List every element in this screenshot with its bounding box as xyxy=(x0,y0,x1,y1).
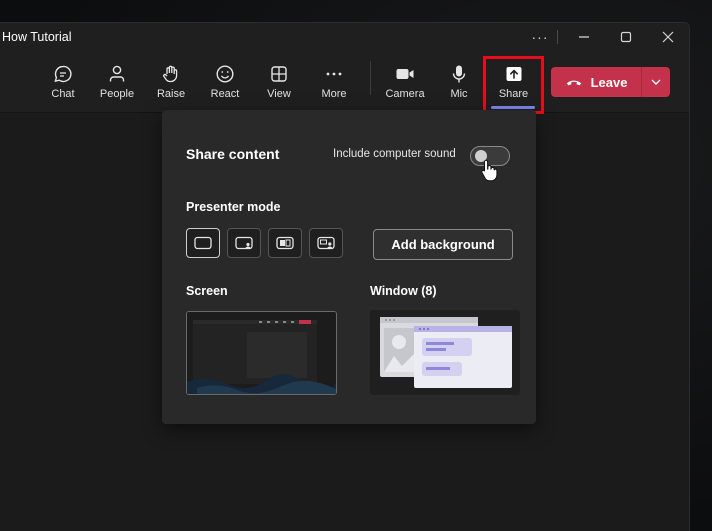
presenter-mode-reporter[interactable] xyxy=(309,228,343,258)
presenter-mode-standout[interactable] xyxy=(227,228,261,258)
camera-button[interactable]: Camera xyxy=(383,51,427,113)
more-icon xyxy=(326,72,342,76)
raise-label: Raise xyxy=(156,88,186,100)
more-options-button[interactable]: ··· xyxy=(522,23,558,51)
maximize-icon xyxy=(620,31,632,43)
window-share-thumbnail[interactable] xyxy=(370,310,520,395)
toolbar-separator xyxy=(370,61,371,95)
react-icon xyxy=(216,65,234,83)
chat-button[interactable]: Chat xyxy=(42,51,84,113)
share-content-panel: Share content Include computer sound Pre… xyxy=(162,110,536,424)
people-label: People xyxy=(99,88,135,100)
share-active-indicator xyxy=(491,106,535,109)
reporter-icon xyxy=(317,236,335,250)
close-window-button[interactable] xyxy=(650,23,686,51)
camera-label: Camera xyxy=(385,88,425,100)
share-content-title: Share content xyxy=(186,146,280,162)
content-only-icon xyxy=(194,236,212,250)
react-button[interactable]: React xyxy=(204,51,246,113)
hang-up-icon xyxy=(566,80,581,86)
window-preview-image xyxy=(370,310,520,395)
presenter-mode-side-by-side[interactable] xyxy=(268,228,302,258)
add-background-button[interactable]: Add background xyxy=(373,229,513,260)
view-grid-icon xyxy=(271,66,287,82)
minimize-button[interactable] xyxy=(566,23,602,51)
maximize-button[interactable] xyxy=(608,23,644,51)
title-bar: How Tutorial ··· xyxy=(0,23,689,51)
leave-button[interactable]: Leave xyxy=(551,67,641,97)
camera-icon xyxy=(396,69,414,79)
more-label: More xyxy=(321,88,347,100)
chevron-down-icon xyxy=(651,79,661,85)
presenter-mode-label: Presenter mode xyxy=(186,200,281,214)
raise-hand-button[interactable]: Raise xyxy=(150,51,192,113)
people-button[interactable]: People xyxy=(96,51,138,113)
people-icon xyxy=(109,65,125,82)
leave-options-button[interactable] xyxy=(642,67,670,97)
window-title: How Tutorial xyxy=(2,30,72,44)
leave-button-group: Leave xyxy=(551,67,670,97)
view-label: View xyxy=(267,88,291,100)
screen-preview-image xyxy=(187,312,336,394)
raise-hand-icon xyxy=(163,65,178,83)
more-button[interactable]: More xyxy=(312,51,356,113)
mic-icon xyxy=(452,65,466,83)
leave-label: Leave xyxy=(590,74,628,90)
include-sound-label: Include computer sound xyxy=(333,148,456,160)
window-section-label: Window (8) xyxy=(370,284,437,298)
react-label: React xyxy=(210,88,240,100)
mic-button[interactable]: Mic xyxy=(440,51,478,113)
standout-icon xyxy=(235,236,253,250)
close-icon xyxy=(662,31,674,43)
mic-label: Mic xyxy=(450,88,468,100)
hand-pointer-cursor-icon xyxy=(481,159,498,182)
chat-label: Chat xyxy=(51,88,75,100)
side-by-side-icon xyxy=(276,236,294,250)
minimize-icon xyxy=(579,36,589,38)
presenter-mode-content-only[interactable] xyxy=(186,228,220,258)
view-button[interactable]: View xyxy=(258,51,300,113)
chat-icon xyxy=(54,65,72,83)
screen-share-thumbnail[interactable] xyxy=(186,311,337,395)
title-separator xyxy=(557,30,558,44)
screen-section-label: Screen xyxy=(186,284,228,298)
